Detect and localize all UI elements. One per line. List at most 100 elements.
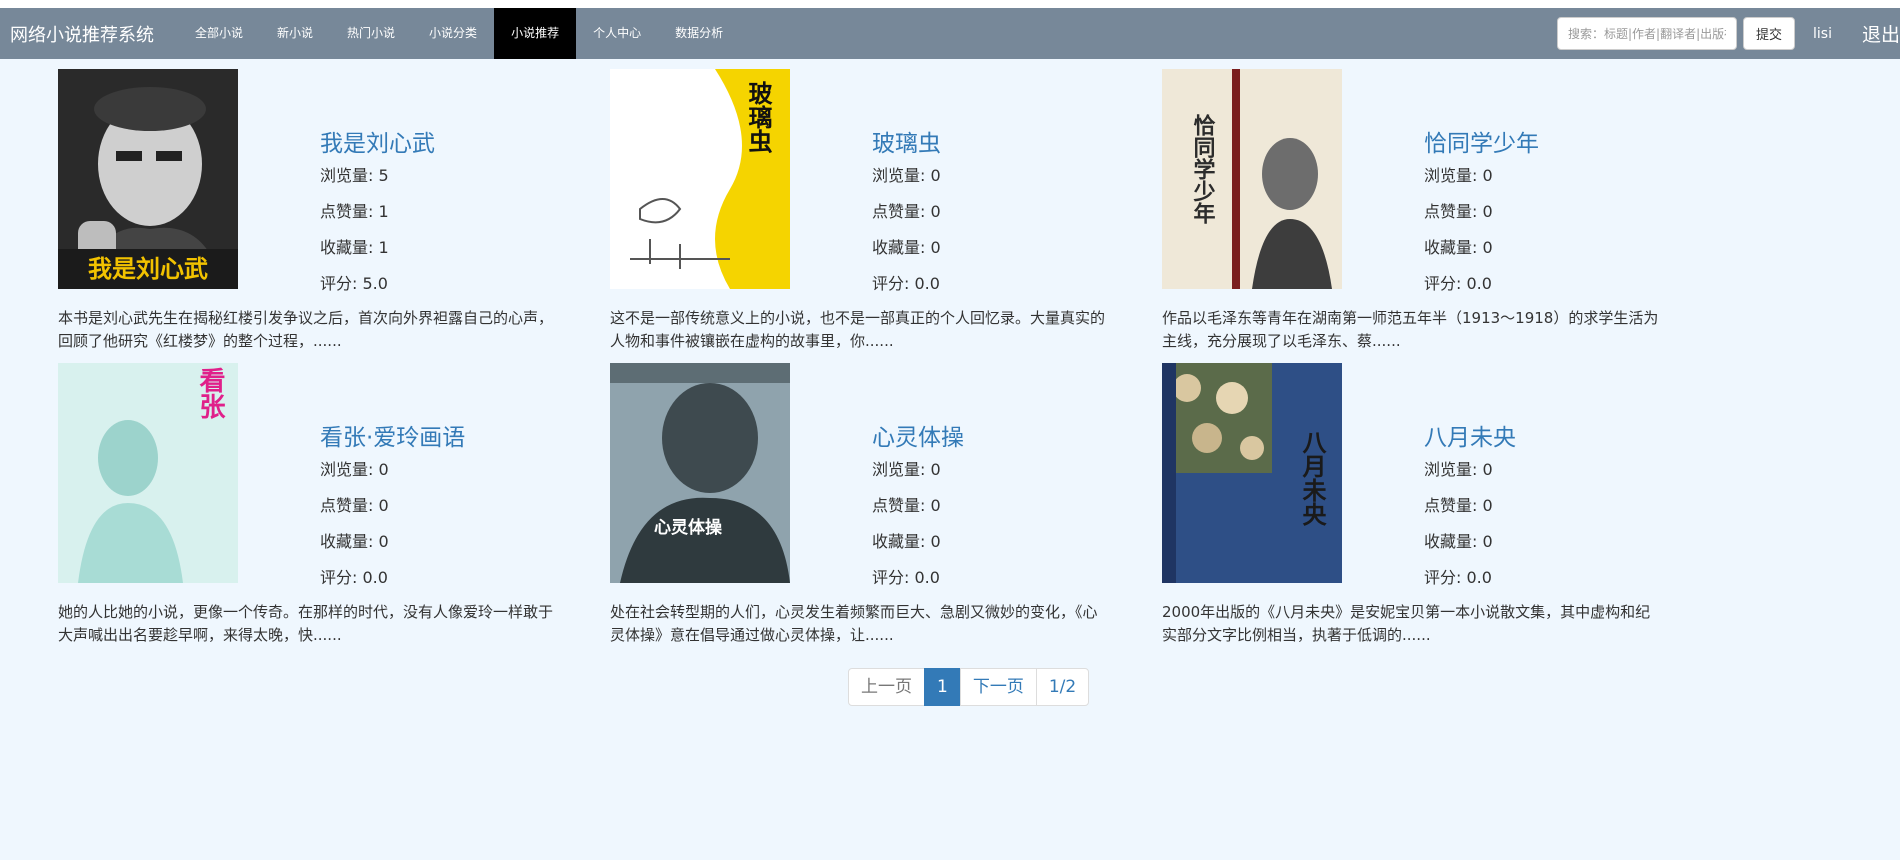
book-cover[interactable]: 恰同学少年 xyxy=(1162,69,1342,289)
book-title[interactable]: 看张·爱玲画语 xyxy=(320,418,465,452)
book-card: 八月未央 八月未央 浏览量: 0 点赞量: 0 收藏量: 0 评分: 0.0 2… xyxy=(1162,363,1682,653)
stat-favorites: 收藏量: 1 xyxy=(320,238,389,257)
book-cover[interactable]: 我是刘心武 xyxy=(58,69,238,289)
stat-views: 浏览量: 0 xyxy=(872,460,941,479)
nav-item-categories[interactable]: 小说分类 xyxy=(412,8,494,59)
nav-item-all-novels[interactable]: 全部小说 xyxy=(178,8,260,59)
nav-menu: 全部小说 新小说 热门小说 小说分类 小说推荐 个人中心 数据分析 xyxy=(178,8,740,59)
stat-value: 0 xyxy=(1482,202,1493,221)
stat-value: 0 xyxy=(1482,496,1493,515)
book-description: 她的人比她的小说，更像一个传奇。在那样的时代，没有人像爱玲一样敢于大声喊出出名要… xyxy=(58,603,554,644)
search-input[interactable] xyxy=(1557,17,1737,50)
book-card: 我是刘心武 我是刘心武 浏览量: 5 点赞量: 1 收藏量: 1 评分: 5.0… xyxy=(58,69,578,359)
stat-views: 浏览量: 5 xyxy=(320,166,389,185)
stat-value: 0 xyxy=(930,532,941,551)
stat-likes: 点赞量: 0 xyxy=(320,496,389,515)
book-info: 心灵体操 浏览量: 0 点赞量: 0 收藏量: 0 评分: 0.0 xyxy=(872,418,964,604)
book-description: 处在社会转型期的人们，心灵发生着频繁而巨大、急剧又微妙的变化，《心灵体操》意在倡… xyxy=(610,603,1098,644)
book-card: 心灵体操 心灵体操 浏览量: 0 点赞量: 0 收藏量: 0 评分: 0.0 处… xyxy=(610,363,1130,653)
book-info: 看张·爱玲画语 浏览量: 0 点赞量: 0 收藏量: 0 评分: 0.0 xyxy=(320,418,465,604)
stat-rating: 评分: 0.0 xyxy=(1424,568,1492,587)
nav-item-profile[interactable]: 个人中心 xyxy=(576,8,658,59)
cover-title-text: 心灵体操 xyxy=(654,517,722,538)
book-info: 玻璃虫 浏览量: 0 点赞量: 0 收藏量: 0 评分: 0.0 xyxy=(872,124,941,310)
book-description: 作品以毛泽东等青年在湖南第一师范五年半（1913～1918）的求学生活为主线，充… xyxy=(1162,309,1659,350)
stat-rating: 评分: 0.0 xyxy=(1424,274,1492,293)
prev-page-button[interactable]: 上一页 xyxy=(848,668,925,706)
book-info: 恰同学少年 浏览量: 0 点赞量: 0 收藏量: 0 评分: 0.0 xyxy=(1424,124,1539,310)
next-page-button[interactable]: 下一页 xyxy=(959,668,1037,706)
logout-link[interactable]: 退出 xyxy=(1862,20,1900,47)
page-1-button[interactable]: 1 xyxy=(924,668,961,706)
stat-rating: 评分: 0.0 xyxy=(320,568,388,587)
nav-item-hot-novels[interactable]: 热门小说 xyxy=(330,8,412,59)
book-description: 2000年出版的《八月未央》是安妮宝贝第一本小说散文集，其中虚构和纪实部分文字比… xyxy=(1162,603,1651,644)
cover-title-text: 恰同学少年 xyxy=(1190,113,1217,224)
book-card: 恰同学少年 恰同学少年 浏览量: 0 点赞量: 0 收藏量: 0 评分: 0.0… xyxy=(1162,69,1682,359)
stat-value: 0 xyxy=(930,496,941,515)
stat-views: 浏览量: 0 xyxy=(1424,460,1493,479)
stat-value: 0 xyxy=(1482,238,1493,257)
stat-value: 0 xyxy=(378,496,389,515)
cover-title-text: 玻璃虫 xyxy=(744,81,772,154)
book-cover[interactable]: 看张 xyxy=(58,363,238,583)
book-title[interactable]: 恰同学少年 xyxy=(1424,124,1539,158)
book-title[interactable]: 心灵体操 xyxy=(872,418,964,452)
submit-button[interactable]: 提交 xyxy=(1743,17,1796,50)
stat-likes: 点赞量: 1 xyxy=(320,202,389,221)
book-info: 八月未央 浏览量: 0 点赞量: 0 收藏量: 0 评分: 0.0 xyxy=(1424,418,1516,604)
book-title[interactable]: 玻璃虫 xyxy=(872,124,941,158)
stat-likes: 点赞量: 0 xyxy=(872,202,941,221)
stat-value: 0 xyxy=(378,532,389,551)
nav-item-recommend[interactable]: 小说推荐 xyxy=(494,8,577,59)
book-cover[interactable]: 玻璃虫 xyxy=(610,69,790,289)
stat-value: 0.0 xyxy=(1466,274,1492,293)
stat-value: 0.0 xyxy=(914,274,940,293)
stat-favorites: 收藏量: 0 xyxy=(320,532,389,551)
stat-value: 0 xyxy=(930,460,941,479)
navbar: 网络小说推荐系统 全部小说 新小说 热门小说 小说分类 小说推荐 个人中心 数据… xyxy=(0,8,1900,59)
book-card: 看张 看张·爱玲画语 浏览量: 0 点赞量: 0 收藏量: 0 评分: 0.0 … xyxy=(58,363,578,653)
page-summary[interactable]: 1/2 xyxy=(1035,668,1090,706)
stat-favorites: 收藏量: 0 xyxy=(872,532,941,551)
book-info: 我是刘心武 浏览量: 5 点赞量: 1 收藏量: 1 评分: 5.0 xyxy=(320,124,435,310)
stat-value: 0 xyxy=(1482,460,1493,479)
stat-value: 0.0 xyxy=(1466,568,1492,587)
book-cover[interactable]: 八月未央 xyxy=(1162,363,1342,583)
nav-item-new-novels[interactable]: 新小说 xyxy=(260,8,330,59)
book-cover[interactable]: 心灵体操 xyxy=(610,363,790,583)
pagination: 上一页 1 下一页 1/2 xyxy=(848,668,1090,706)
stat-views: 浏览量: 0 xyxy=(1424,166,1493,185)
stat-rating: 评分: 0.0 xyxy=(872,568,940,587)
user-link[interactable]: lisi xyxy=(1813,26,1832,42)
cover-title-text: 八月未央 xyxy=(1298,430,1327,527)
stat-favorites: 收藏量: 0 xyxy=(1424,238,1493,257)
stat-value: 0 xyxy=(930,166,941,185)
book-title[interactable]: 我是刘心武 xyxy=(320,124,435,158)
stat-likes: 点赞量: 0 xyxy=(1424,202,1493,221)
stat-value: 0 xyxy=(930,238,941,257)
brand-title[interactable]: 网络小说推荐系统 xyxy=(0,21,164,47)
stat-rating: 评分: 0.0 xyxy=(872,274,940,293)
cover-title-text: 我是刘心武 xyxy=(88,255,208,283)
book-description: 这不是一部传统意义上的小说，也不是一部真正的个人回忆录。大量真实的人物和事件被镶… xyxy=(610,309,1106,350)
stat-value: 5.0 xyxy=(362,274,388,293)
nav-right: 提交 lisi 退出 xyxy=(1557,8,1900,59)
stat-views: 浏览量: 0 xyxy=(320,460,389,479)
stat-views: 浏览量: 0 xyxy=(872,166,941,185)
stat-value: 0.0 xyxy=(914,568,940,587)
stat-favorites: 收藏量: 0 xyxy=(1424,532,1493,551)
stat-value: 5 xyxy=(378,166,389,185)
book-title[interactable]: 八月未央 xyxy=(1424,418,1516,452)
cover-title-text: 看张 xyxy=(195,367,225,420)
stat-value: 1 xyxy=(378,202,389,221)
top-strip xyxy=(0,0,1900,8)
book-description: 本书是刘心武先生在揭秘红楼引发争议之后，首次向外界袒露自己的心声，回顾了他研究《… xyxy=(58,309,554,350)
stat-value: 0.0 xyxy=(362,568,388,587)
stat-value: 0 xyxy=(1482,532,1493,551)
book-card: 玻璃虫 玻璃虫 浏览量: 0 点赞量: 0 收藏量: 0 评分: 0.0 这不是… xyxy=(610,69,1130,359)
stat-likes: 点赞量: 0 xyxy=(872,496,941,515)
nav-item-analytics[interactable]: 数据分析 xyxy=(658,8,740,59)
stat-value: 0 xyxy=(930,202,941,221)
stat-likes: 点赞量: 0 xyxy=(1424,496,1493,515)
